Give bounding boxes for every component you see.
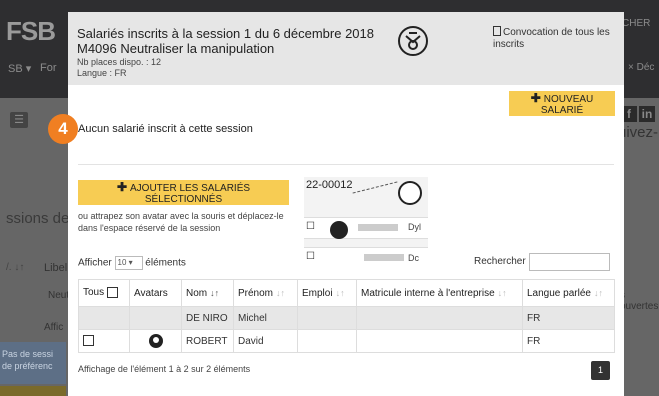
row-matricule bbox=[356, 306, 523, 330]
search-input[interactable] bbox=[529, 253, 610, 271]
add-selected-employees-button[interactable]: ✚ AJOUTER LES SALARIÉS SÉLECTIONNÉS bbox=[78, 180, 289, 205]
row-select-cell bbox=[78, 306, 130, 330]
row-matricule bbox=[356, 329, 523, 353]
pagination-page-button[interactable]: 1 bbox=[591, 361, 610, 380]
add-selected-label: AJOUTER LES SALARIÉS SÉLECTIONNÉS bbox=[130, 183, 251, 205]
new-employee-button[interactable]: ✚ NOUVEAU SALARIÉ bbox=[509, 91, 615, 116]
organization-logo-icon bbox=[398, 26, 428, 56]
background-nav-right: × Déc bbox=[628, 62, 655, 73]
row-langue: FR bbox=[522, 329, 615, 353]
column-matricule[interactable]: Matricule interne à l'entreprise ↓↑ bbox=[356, 279, 523, 307]
linkedin-icon: in bbox=[639, 106, 655, 122]
background-column-libelle: Libel bbox=[44, 262, 68, 274]
avatar-grab-icon bbox=[330, 221, 348, 239]
new-employee-label: NOUVEAU SALARIÉ bbox=[540, 94, 594, 116]
table-info: Affichage de l'élément 1 à 2 sur 2 éléme… bbox=[78, 364, 251, 374]
row-emploi bbox=[297, 329, 357, 353]
table-row[interactable]: ROBERT David FR bbox=[78, 329, 615, 353]
checkbox-icon: ☐ bbox=[306, 221, 315, 232]
document-icon bbox=[493, 26, 501, 36]
column-prenom[interactable]: Prénom ↓↑ bbox=[233, 279, 298, 307]
step-badge: 4 bbox=[48, 114, 78, 144]
column-langue[interactable]: Langue parlée ↓↑ bbox=[522, 279, 615, 307]
background-row-text: Neut bbox=[48, 290, 70, 301]
column-all[interactable]: Tous bbox=[78, 279, 130, 307]
page-length-suffix: éléments bbox=[145, 257, 186, 269]
blurred-name bbox=[358, 224, 398, 231]
empty-session-message: Aucun salarié inscrit à cette session bbox=[78, 123, 253, 135]
background-info-box-text: Pas de sessi de préférenc bbox=[2, 349, 54, 371]
background-nav-item: SB ▾ bbox=[8, 63, 32, 75]
row-select-cell bbox=[78, 329, 130, 353]
illustration-session-id: 22-00012 bbox=[306, 179, 353, 191]
table-header-row: Tous Avatars Nom ↓↑ Prénom ↓↑ Emploi ↓↑ Mat… bbox=[78, 279, 615, 307]
illustration-text: Dyl bbox=[408, 222, 421, 232]
sort-icon: ↓↑ bbox=[593, 287, 603, 298]
convocation-label: Convocation de tous les inscrits bbox=[493, 27, 610, 50]
row-avatar-cell bbox=[129, 329, 182, 353]
background-logo: FSB bbox=[6, 16, 56, 46]
background-ouvertes-text: s ouvertes bbox=[620, 290, 659, 312]
modal-title-module: M4096 Neutraliser la manipulation bbox=[77, 41, 275, 56]
dashed-arrow-icon bbox=[352, 181, 398, 194]
background-follow-text: uivez- bbox=[618, 124, 659, 141]
background-nav-item-2: For bbox=[40, 62, 57, 74]
plus-icon: ✚ bbox=[530, 91, 541, 105]
avatar-icon[interactable] bbox=[148, 334, 163, 348]
page-length-control: Afficher 10 ▾ éléments bbox=[78, 256, 186, 270]
sort-asc-icon: ↓↑ bbox=[210, 287, 220, 298]
organization-logo-icon bbox=[398, 181, 422, 205]
drag-hint-text: ou attrapez son avatar avec la souris et… bbox=[78, 211, 284, 233]
row-nom: DE NIRO bbox=[181, 306, 234, 330]
table-row[interactable]: DE NIRO Michel FR bbox=[78, 306, 615, 330]
row-emploi bbox=[297, 306, 357, 330]
background-search-text: CHER bbox=[622, 18, 651, 29]
plus-icon: ✚ bbox=[116, 180, 127, 194]
illustration-text: Dc bbox=[408, 253, 419, 263]
employees-table: Tous Avatars Nom ↓↑ Prénom ↓↑ Emploi ↓↑ Mat… bbox=[78, 279, 615, 353]
sort-icon: ↓↑ bbox=[335, 287, 345, 298]
blurred-name bbox=[364, 254, 404, 261]
session-modal: Salariés inscrits à la session 1 du 6 dé… bbox=[48, 12, 624, 396]
column-nom[interactable]: Nom ↓↑ bbox=[181, 279, 234, 307]
row-prenom: Michel bbox=[233, 306, 298, 330]
places-available: Nb places dispo. : 12 bbox=[77, 57, 162, 67]
row-nom: ROBERT bbox=[181, 329, 234, 353]
sort-icon: ↓↑ bbox=[497, 287, 507, 298]
search-label: Rechercher : bbox=[474, 256, 532, 267]
convocation-link[interactable]: Convocation de tous les inscrits bbox=[493, 26, 618, 51]
modal-subinfo: Nb places dispo. : 12 Langue : FR bbox=[77, 57, 161, 79]
modal-title: Salariés inscrits à la session 1 du 6 dé… bbox=[77, 26, 377, 56]
row-avatar-cell bbox=[129, 306, 182, 330]
column-emploi[interactable]: Emploi ↓↑ bbox=[297, 279, 357, 307]
page-length-prefix: Afficher bbox=[78, 257, 112, 269]
page-length-select[interactable]: 10 ▾ bbox=[114, 256, 143, 270]
background-info-text: Affic bbox=[44, 322, 64, 333]
column-avatars: Avatars bbox=[129, 279, 182, 307]
background-bottom-strip bbox=[0, 386, 66, 396]
row-prenom: David bbox=[233, 329, 298, 353]
row-langue: FR bbox=[522, 306, 615, 330]
select-all-checkbox[interactable] bbox=[106, 287, 118, 299]
modal-header: Salariés inscrits à la session 1 du 6 dé… bbox=[68, 12, 624, 85]
social-links: f in bbox=[621, 106, 657, 122]
row-checkbox[interactable] bbox=[83, 335, 94, 347]
checkbox-icon: ☐ bbox=[306, 251, 315, 262]
background-column-sort: /. ↓↑ bbox=[6, 262, 25, 273]
sort-icon: ↓↑ bbox=[276, 287, 286, 298]
session-language: Langue : FR bbox=[77, 68, 127, 78]
divider bbox=[78, 164, 614, 165]
drag-illustration: 22-00012 ☐ ☐ Dyl Dc bbox=[304, 177, 428, 265]
background-sessions-heading: ssions de bbox=[6, 210, 70, 227]
modal-title-session: Salariés inscrits à la session 1 du 6 dé… bbox=[77, 26, 374, 41]
menu-icon: ☰ bbox=[10, 112, 28, 128]
